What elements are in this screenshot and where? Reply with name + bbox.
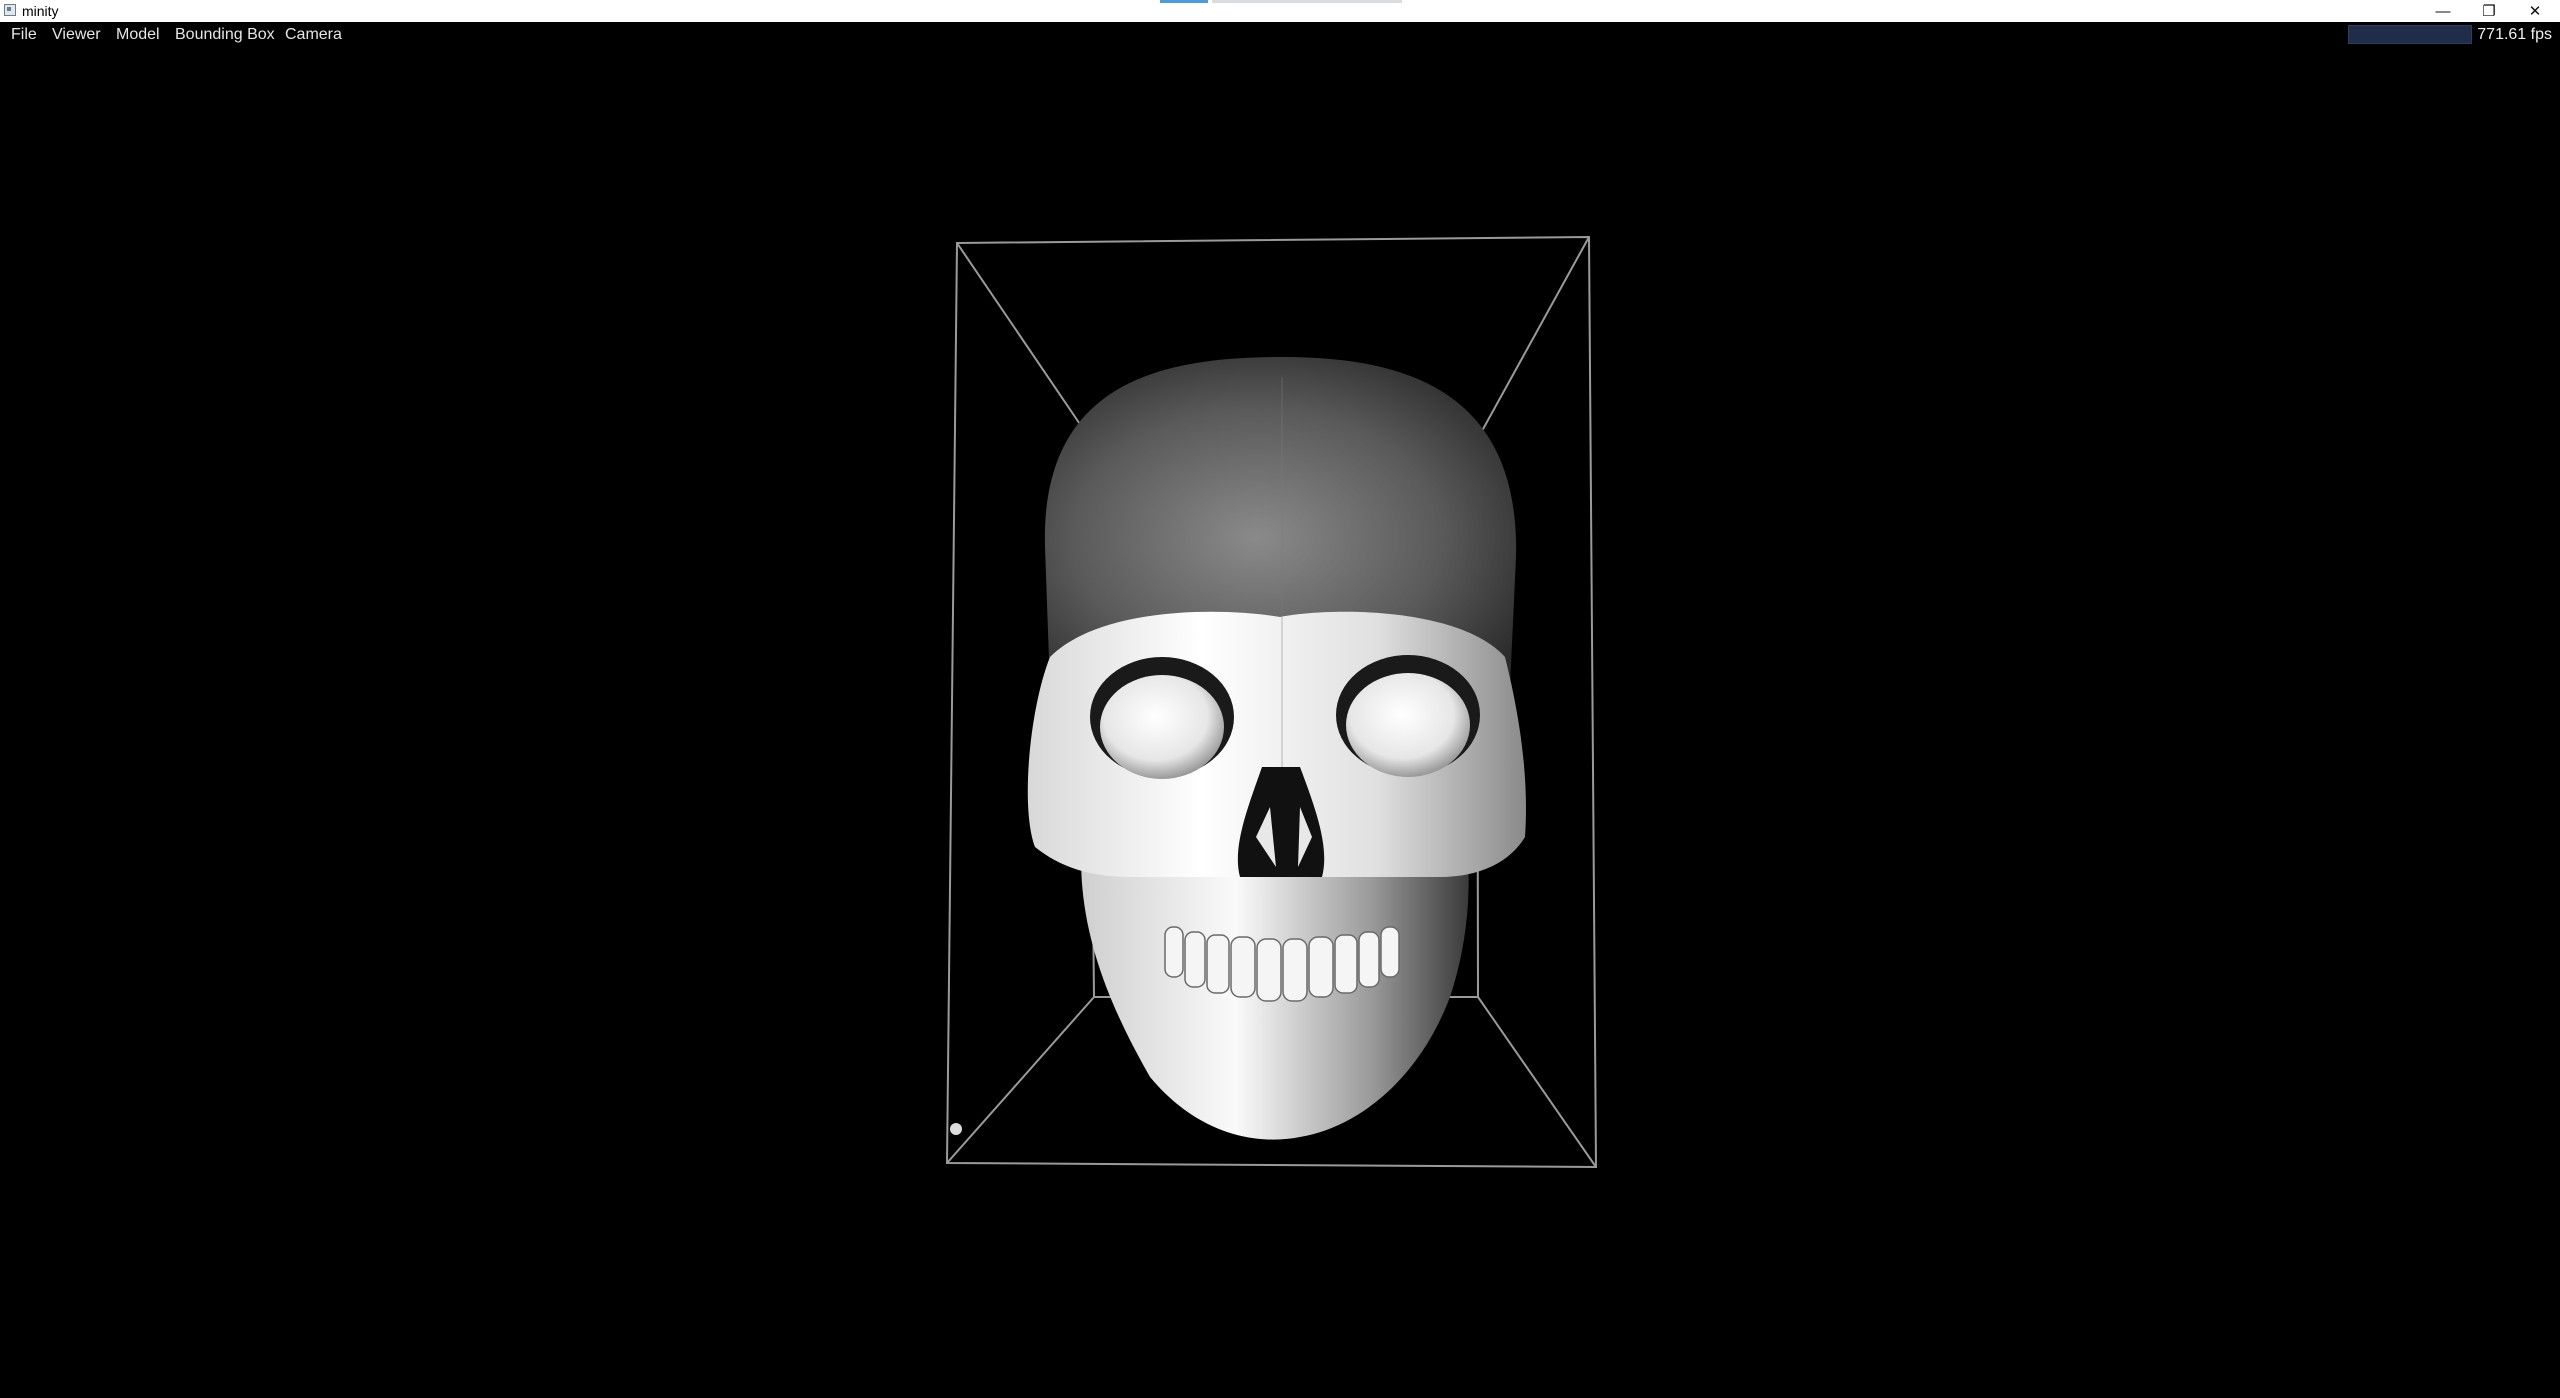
title-indicator: [1160, 0, 1208, 3]
window-title: minity: [22, 3, 59, 19]
minimize-button[interactable]: —: [2420, 0, 2466, 22]
menu-camera[interactable]: Camera: [285, 26, 342, 44]
menu-bar: File Viewer Model Bounding Box Camera: [0, 22, 2560, 47]
title-indicator-track: [1212, 0, 1402, 3]
app-icon: [4, 4, 16, 16]
menu-file[interactable]: File: [11, 26, 37, 44]
close-button[interactable]: ✕: [2512, 0, 2558, 22]
scene-canvas: [945, 235, 1598, 1169]
restore-button[interactable]: ❐: [2466, 0, 2512, 22]
render-viewport[interactable]: [0, 47, 2560, 1398]
menu-viewer[interactable]: Viewer: [52, 26, 101, 44]
fps-graph: [2348, 25, 2472, 44]
menu-model[interactable]: Model: [116, 26, 160, 44]
light-marker: [950, 1123, 962, 1135]
fps-counter: 771.61 fps: [2477, 26, 2552, 43]
menu-bounding-box[interactable]: Bounding Box: [175, 26, 275, 44]
skull-model: [1027, 357, 1526, 1140]
title-bar: minity — ❐ ✕: [0, 0, 2560, 22]
